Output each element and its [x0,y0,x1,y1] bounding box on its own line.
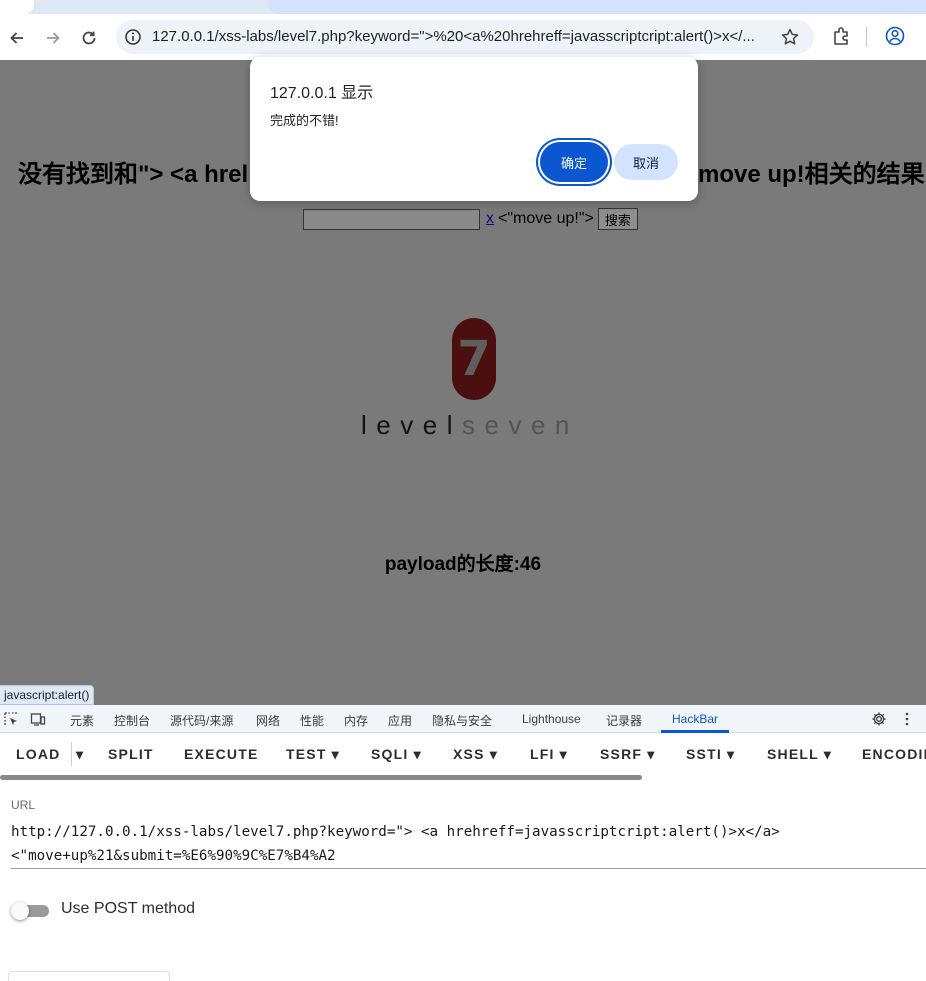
tab-strip [0,0,926,14]
url-field-label: URL [11,798,36,812]
tab-sources[interactable]: 源代码/来源 [170,712,233,729]
address-bar[interactable]: 127.0.0.1/xss-labs/level7.php?keyword=">… [116,20,814,54]
devtools-tab-bar: 元素 控制台 源代码/来源 网络 性能 内存 应用 隐私与安全 Lighthou… [0,705,926,733]
inspect-element-icon[interactable] [3,711,19,727]
payload-length: payload的长度:46 [384,554,542,575]
tab-memory[interactable]: 内存 [344,712,368,729]
test-label: TEST [286,746,327,762]
search-input[interactable] [303,208,480,230]
forward-button[interactable] [38,23,68,53]
load-dropdown-chevron-icon[interactable]: ▾ [76,746,84,763]
ssrf-menu-button[interactable]: SSRF ▾ [600,746,655,763]
reload-button[interactable] [74,23,104,53]
level-number: 7 [457,331,491,387]
xss-menu-button[interactable]: XSS ▾ [453,746,498,763]
ssrf-label: SSRF [600,746,643,762]
tab-privacy-security[interactable]: 隐私与安全 [432,712,492,729]
inactive-tab[interactable] [268,0,926,14]
level-logo-word: levelseven [361,410,579,441]
shell-menu-button[interactable]: SHELL ▾ [767,746,832,763]
ssti-label: SSTI [686,746,722,762]
extensions-puzzle-icon[interactable] [831,25,853,47]
lfi-menu-button[interactable]: LFI ▾ [530,746,568,763]
result-heading-right: move up!相关的结果. [698,161,926,188]
lfi-label: LFI [530,746,555,762]
injected-text: <"move up!"> [498,210,594,227]
search-button[interactable]: 搜索 [597,208,638,230]
dialog-title: 127.0.0.1 显示 [270,85,374,102]
tab-lighthouse[interactable]: Lighthouse [522,712,581,726]
profile-avatar-icon[interactable] [884,25,906,47]
settings-gear-icon[interactable] [871,711,887,727]
hackbar-horizontal-scrollbar[interactable] [0,775,642,780]
tab-performance[interactable]: 性能 [300,712,324,729]
site-info-icon[interactable] [124,28,142,46]
tab-network[interactable]: 网络 [256,712,280,729]
dialog-ok-button[interactable]: 确定 [540,142,608,182]
reload-icon [82,31,96,45]
tab-recorder[interactable]: 记录器 [606,712,642,729]
active-tab[interactable] [0,0,34,14]
xss-label: XSS [453,746,485,762]
post-method-toggle[interactable] [11,902,49,920]
injected-link[interactable]: x [486,210,494,228]
shell-label: SHELL [767,746,819,762]
url-field-underline [11,868,926,869]
tab-application[interactable]: 应用 [388,712,412,729]
hackbar-toolbar: LOAD ▾ SPLIT EXECUTE TEST ▾ SQLI ▾ XSS ▾… [0,733,926,775]
bookmark-star-icon[interactable] [780,27,800,47]
toggle-knob [11,902,29,920]
result-heading-left: 没有找到和"> <a hrel [18,161,249,188]
level-logo-badge: 7 [452,318,496,400]
back-arrow-icon [10,32,23,44]
sqli-menu-button[interactable]: SQLI ▾ [371,746,422,763]
alert-dialog: 127.0.0.1 显示 完成的不错! 确定 取消 [250,57,698,201]
logo-word-seven: seven [461,410,579,440]
execute-button[interactable]: EXECUTE [184,746,259,762]
load-button[interactable]: LOAD [16,746,60,762]
address-url[interactable]: 127.0.0.1/xss-labs/level7.php?keyword=">… [152,28,772,46]
tab-console[interactable]: 控制台 [114,712,150,729]
body-card-edge [8,971,170,981]
tab-hackbar[interactable]: HackBar [672,712,718,726]
forward-arrow-icon [47,32,60,44]
dialog-cancel-button[interactable]: 取消 [614,144,678,180]
link-status-tooltip: javascript:alert() [0,685,95,705]
dialog-message: 完成的不错! [270,113,339,128]
encoding-menu-button[interactable]: ENCODIN [862,746,926,762]
post-method-label: Use POST method [61,900,195,917]
test-menu-button[interactable]: TEST ▾ [286,746,340,763]
url-textarea[interactable]: http://127.0.0.1/xss-labs/level7.php?key… [11,820,916,868]
devtools-panel: 元素 控制台 源代码/来源 网络 性能 内存 应用 隐私与安全 Lighthou… [0,705,926,981]
toolbar-separator [866,27,867,47]
more-options-icon[interactable] [899,711,915,727]
tab-elements[interactable]: 元素 [70,712,94,729]
load-divider [71,742,72,766]
device-toolbar-icon[interactable] [30,711,46,727]
logo-word-level: level [361,410,462,440]
ssti-menu-button[interactable]: SSTI ▾ [686,746,735,763]
back-button[interactable] [2,23,32,53]
sqli-label: SQLI [371,746,409,762]
split-button[interactable]: SPLIT [108,746,154,762]
search-form: x <"move up!"> 搜索 [303,208,638,230]
